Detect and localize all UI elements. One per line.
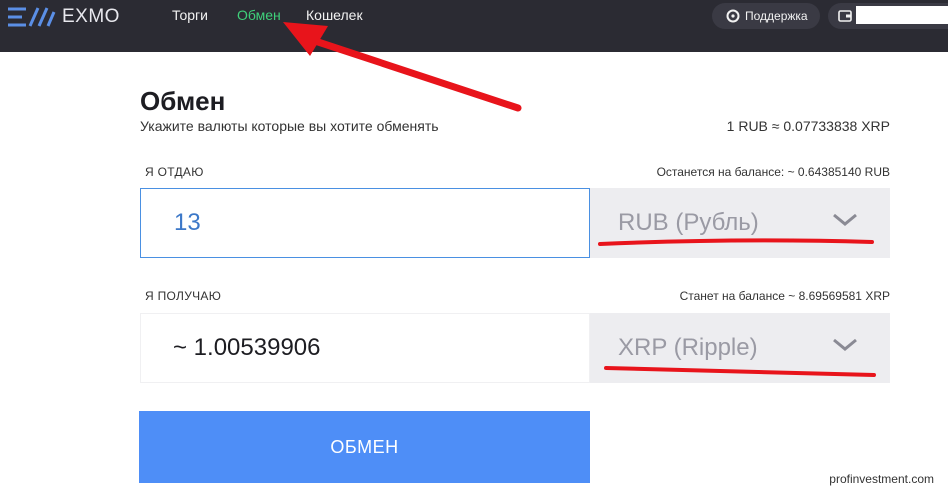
nav-item-exchange[interactable]: Обмен [237,7,281,23]
get-currency-value: XRP (Ripple) [618,334,758,361]
exchange-rate: 1 RUB ≈ 0.07733838 XRP [726,118,890,134]
exmo-logo-icon [8,7,56,27]
nav-item-wallet[interactable]: Кошелек [306,7,363,23]
account-name-redacted [856,6,948,24]
give-amount-value: 13 [174,209,201,236]
support-label: Поддержка [745,9,808,23]
nav-item-trading[interactable]: Торги [172,7,208,23]
give-currency-value: RUB (Рубль) [618,209,759,236]
support-icon [726,9,740,23]
give-remaining-balance: Останется на балансе: ~ 0.64385140 RUB [656,165,890,179]
exchange-button[interactable]: ОБМЕН [139,411,590,483]
chevron-down-icon [833,338,857,351]
logo-text: EXMO [62,6,120,27]
give-currency-select[interactable]: RUB (Рубль) [590,188,890,258]
get-amount-value: ~ 1.00539906 [173,334,321,361]
exmo-logo[interactable]: EXMO [6,6,120,28]
get-currency-select[interactable]: XRP (Ripple) [590,313,890,383]
page-subtitle: Укажите валюты которые вы хотите обменят… [140,118,439,134]
get-amount-field: ~ 1.00539906 [140,313,590,383]
top-navigation-bar: EXMO Торги Обмен Кошелек Поддержка [0,0,948,52]
give-label: Я ОТДАЮ [145,165,204,179]
watermark: profinvestment.com [829,472,934,486]
get-future-balance: Станет на балансе ~ 8.69569581 XRP [679,289,890,303]
support-button[interactable]: Поддержка [712,3,820,29]
get-label: Я ПОЛУЧАЮ [145,289,222,303]
page-title: Обмен [140,86,226,116]
wallet-icon [838,10,852,22]
give-amount-input[interactable]: 13 [140,188,590,258]
chevron-down-icon [833,213,857,226]
